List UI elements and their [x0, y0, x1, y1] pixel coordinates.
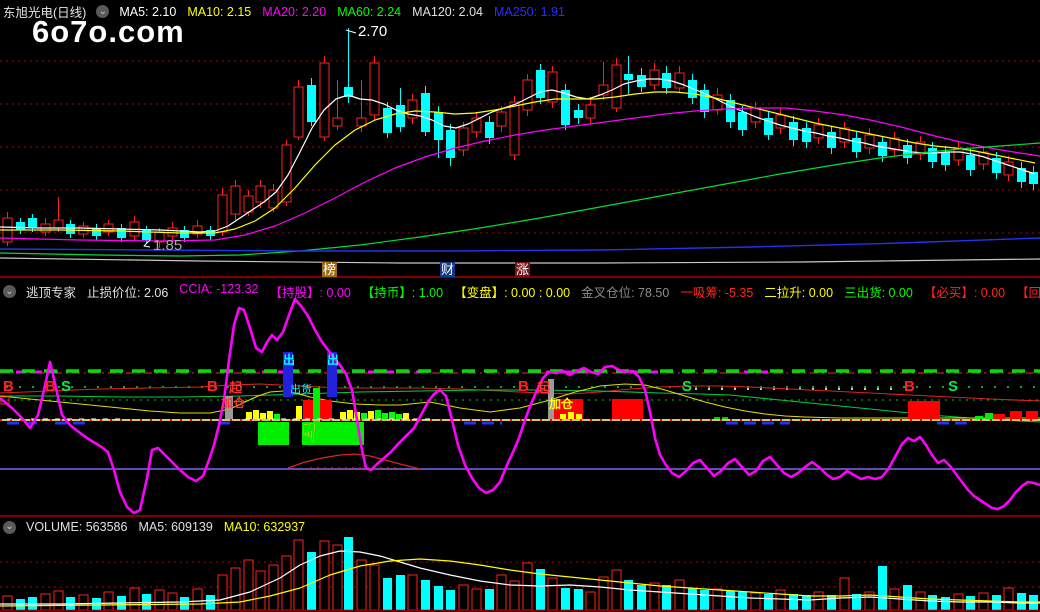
svg-text:2.70: 2.70 — [358, 23, 387, 40]
header-item: 【回抽】: 0.00 — [1016, 286, 1040, 300]
header-item: MA5: 609139 — [138, 520, 213, 534]
indicator-legend: 逃顶专家 止损价位: 2.06 CCIA: -123.32 【持股】: 0.00 【持币… — [26, 282, 1040, 301]
stock-app-window: 2.70 1.85 B B S B B S B S 起加仓起加仓出出出货 ☟ 东旭光电(日线) ⌄ M… — [0, 0, 1040, 612]
svg-text:☟: ☟ — [301, 418, 317, 448]
watermark-char: 财 — [440, 262, 455, 277]
header-item: MA250: 1.91 — [494, 4, 565, 19]
header-item: 止损价位: 2.06 — [87, 286, 169, 300]
header-item: MA20: 2.20 — [262, 4, 327, 19]
svg-text:S: S — [61, 378, 71, 395]
header-item: 【变盘】: 0.00 : 0.00 — [454, 286, 571, 300]
header-item: 【必买】: 0.00 — [923, 286, 1006, 300]
collapse-chevron-icon[interactable]: ⌄ — [3, 520, 16, 534]
header-item: MA10: 632937 — [223, 520, 306, 534]
header-item: 【持股】: 0.00 — [269, 286, 351, 300]
header-item: VOLUME: 563586 — [26, 520, 128, 534]
svg-text:B: B — [207, 378, 218, 395]
watermark-logo: 6o7o.com — [32, 14, 185, 49]
svg-text:S: S — [948, 378, 958, 395]
collapse-chevron-icon[interactable]: ⌄ — [3, 285, 16, 298]
svg-text:B: B — [45, 378, 56, 395]
svg-text:出: 出 — [283, 352, 295, 367]
header-item: 金叉仓位: 78.50 — [581, 286, 670, 300]
svg-text:出货: 出货 — [290, 382, 312, 396]
indicator-panel-header: ⌄ 逃顶专家 止损价位: 2.06 CCIA: -123.32 【持股】: 0.00 【… — [3, 282, 1040, 301]
header-item: 【持币】: 1.00 — [361, 286, 444, 300]
header-item: MA120: 2.04 — [412, 4, 484, 19]
svg-text:加仓: 加仓 — [548, 396, 574, 411]
volume-panel-header: ⌄ VOLUME: 563586 MA5: 609139 MA10: 632937 — [3, 520, 1040, 534]
volume-legend: VOLUME: 563586 MA5: 609139 MA10: 632937 — [26, 520, 305, 534]
svg-text:B: B — [518, 378, 529, 395]
svg-text:B: B — [3, 378, 14, 395]
svg-text:S: S — [682, 378, 692, 395]
ma-legend: MA5: 2.10 MA10: 2.15 MA20: 2.20 MA60: 2.24 M… — [119, 5, 565, 19]
svg-text:出: 出 — [327, 352, 339, 367]
svg-text:加仓: 加仓 — [220, 395, 246, 410]
header-item: MA60: 2.24 — [337, 4, 402, 19]
header-item: 三出货: 0.00 — [844, 286, 913, 300]
header-item: 逃顶专家 — [26, 286, 77, 300]
watermark-char: 榜 — [322, 262, 337, 277]
header-item: 二拉升: 0.00 — [764, 286, 834, 300]
header-item: CCIA: -123.32 — [179, 282, 259, 296]
header-item: MA10: 2.15 — [187, 4, 252, 19]
svg-text:1.85: 1.85 — [153, 237, 182, 254]
svg-text:起: 起 — [536, 380, 551, 395]
watermark-char: 涨 — [515, 262, 530, 277]
header-item: 一吸筹: -5.35 — [680, 286, 754, 300]
svg-text:B: B — [904, 378, 915, 395]
svg-text:起: 起 — [228, 380, 243, 395]
